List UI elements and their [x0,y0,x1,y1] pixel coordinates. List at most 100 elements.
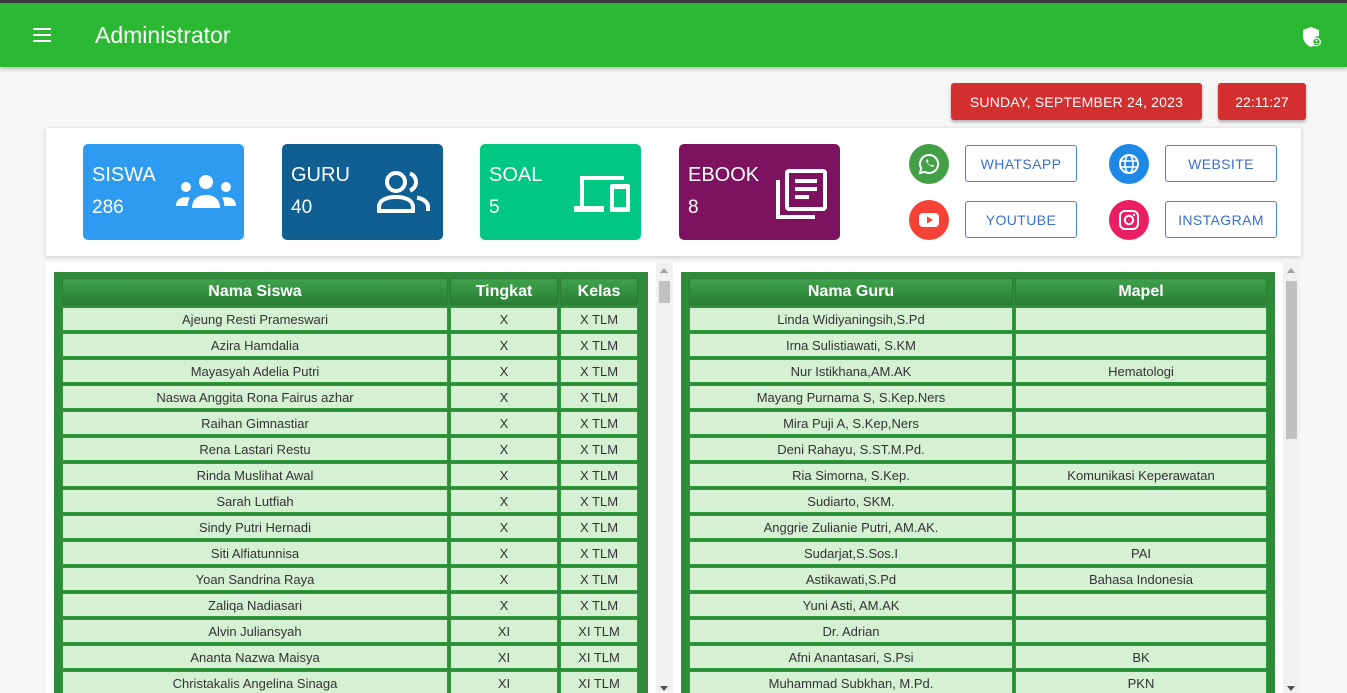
table-row[interactable]: Naswa Anggita Rona Fairus azhar X X TLM [62,385,638,409]
scroll-down-arrow-icon[interactable] [660,686,668,691]
table-row[interactable]: Sarah Lutfiah X X TLM [62,489,638,513]
table-row[interactable]: Mayang Purnama S, S.Kep.Ners [689,385,1267,409]
admin-shield-icon[interactable] [1300,25,1324,49]
stat-value: 8 [688,197,699,218]
table-cell: Dr. Adrian [689,619,1013,643]
table-cell: Mira Puji A, S.Kep,Ners [689,411,1013,435]
stat-siswa[interactable]: SISWA 286 [83,144,244,240]
table-row[interactable]: Nur Istikhana,AM.AK Hematologi [689,359,1267,383]
table-row[interactable]: Dr. Adrian [689,619,1267,643]
table-cell: XI TLM [560,671,638,693]
students-panel: Nama Siswa Tingkat Kelas Ajeung Resti Pr… [46,263,656,693]
table-row[interactable]: Ria Simorna, S.Kep. Komunikasi Keperawata… [689,463,1267,487]
teachers-table: Nama Guru Mapel Linda Widiyaningsih,S.Pd… [687,276,1269,693]
table-row[interactable]: Azira Hamdalia X X TLM [62,333,638,357]
table-cell: X [450,385,558,409]
table-cell: X TLM [560,359,638,383]
teachers-panel: Nama Guru Mapel Linda Widiyaningsih,S.Pd… [673,263,1283,693]
instagram-button[interactable]: INSTAGRAM [1165,201,1277,238]
table-cell: PKN [1015,671,1267,693]
website-button[interactable]: WEBSITE [1165,145,1277,182]
youtube-button[interactable]: YOUTUBE [965,201,1077,238]
teachers-scrollbar[interactable] [1283,263,1300,693]
app-title: Administrator [95,22,231,48]
column-header[interactable]: Nama Siswa [62,278,448,305]
table-row[interactable]: Deni Rahayu, S.ST.M.Pd. [689,437,1267,461]
table-cell: Yoan Sandrina Raya [62,567,448,591]
table-row[interactable]: Zaliqa Nadiasari X X TLM [62,593,638,617]
column-header[interactable]: Nama Guru [689,278,1013,305]
table-cell [1015,515,1267,539]
table-cell: Ria Simorna, S.Kep. [689,463,1013,487]
youtube-icon[interactable] [909,200,949,240]
table-cell: X TLM [560,437,638,461]
table-row[interactable]: Anggrie Zulianie Putri, AM.AK. [689,515,1267,539]
hamburger-menu-icon[interactable] [33,28,53,44]
table-cell: Komunikasi Keperawatan [1015,463,1267,487]
students-scrollbar[interactable] [656,263,673,693]
table-row[interactable]: Muhammad Subkhan, M.Pd. PKN [689,671,1267,693]
table-cell: X [450,541,558,565]
table-cell: XI [450,619,558,643]
table-row[interactable]: Sindy Putri Hernadi X X TLM [62,515,638,539]
table-row[interactable]: Christakalis Angelina Sinaga XI XI TLM [62,671,638,693]
table-row[interactable]: Raihan Gimnastiar X X TLM [62,411,638,435]
table-cell: Naswa Anggita Rona Fairus azhar [62,385,448,409]
scroll-up-arrow-icon[interactable] [1287,268,1295,273]
clock-button[interactable]: 22:11:27 [1218,83,1306,120]
table-cell [1015,593,1267,617]
table-cell [1015,411,1267,435]
column-header[interactable]: Kelas [560,278,638,305]
table-cell: Nur Istikhana,AM.AK [689,359,1013,383]
table-cell: Azira Hamdalia [62,333,448,357]
table-cell: Mayang Purnama S, S.Kep.Ners [689,385,1013,409]
table-cell [1015,385,1267,409]
table-cell: X TLM [560,541,638,565]
table-cell: X TLM [560,567,638,591]
table-cell: X TLM [560,411,638,435]
table-row[interactable]: Ananta Nazwa Maisya XI XI TLM [62,645,638,669]
scroll-thumb[interactable] [1286,281,1297,439]
table-cell: Ananta Nazwa Maisya [62,645,448,669]
stat-ebook[interactable]: EBOOK 8 [679,144,840,240]
table-cell: X TLM [560,515,638,539]
whatsapp-button[interactable]: WHATSAPP [965,145,1077,182]
table-row[interactable]: Linda Widiyaningsih,S.Pd [689,307,1267,331]
scroll-thumb[interactable] [659,281,670,303]
whatsapp-icon[interactable] [909,144,949,184]
table-row[interactable]: Siti Alfiatunnisa X X TLM [62,541,638,565]
stat-soal[interactable]: SOAL 5 [480,144,641,240]
table-row[interactable]: Afni Anantasari, S.Psi BK [689,645,1267,669]
stat-label: GURU [291,164,350,186]
table-row[interactable]: Sudarjat,S.Sos.I PAI [689,541,1267,565]
column-header[interactable]: Mapel [1015,278,1267,305]
table-row[interactable]: Ajeung Resti Prameswari X X TLM [62,307,638,331]
table-row[interactable]: Mayasyah Adelia Putri X X TLM [62,359,638,383]
table-cell: XI TLM [560,645,638,669]
table-row[interactable]: Rinda Muslihat Awal X X TLM [62,463,638,487]
date-button[interactable]: SUNDAY, SEPTEMBER 24, 2023 [951,83,1202,120]
instagram-icon[interactable] [1109,200,1149,240]
table-cell: Astikawati,S.Pd [689,567,1013,591]
table-row[interactable]: Astikawati,S.Pd Bahasa Indonesia [689,567,1267,591]
scroll-up-arrow-icon[interactable] [660,268,668,273]
stat-guru[interactable]: GURU 40 [282,144,443,240]
column-header[interactable]: Tingkat [450,278,558,305]
table-row[interactable]: Sudiarto, SKM. [689,489,1267,513]
table-cell: Sudiarto, SKM. [689,489,1013,513]
table-cell: X [450,515,558,539]
table-cell [1015,307,1267,331]
scroll-down-arrow-icon[interactable] [1287,686,1295,691]
table-row[interactable]: Yoan Sandrina Raya X X TLM [62,567,638,591]
table-cell: Sarah Lutfiah [62,489,448,513]
table-row[interactable]: Yuni Asti, AM.AK [689,593,1267,617]
table-cell: X [450,411,558,435]
table-row[interactable]: Mira Puji A, S.Kep,Ners [689,411,1267,435]
table-cell: BK [1015,645,1267,669]
table-row[interactable]: Alvin Juliansyah XI XI TLM [62,619,638,643]
table-row[interactable]: Rena Lastari Restu X X TLM [62,437,638,461]
table-cell: X [450,333,558,357]
stat-value: 5 [489,197,500,218]
table-row[interactable]: Irna Sulistiawati, S.KM [689,333,1267,357]
globe-icon[interactable] [1109,144,1149,184]
